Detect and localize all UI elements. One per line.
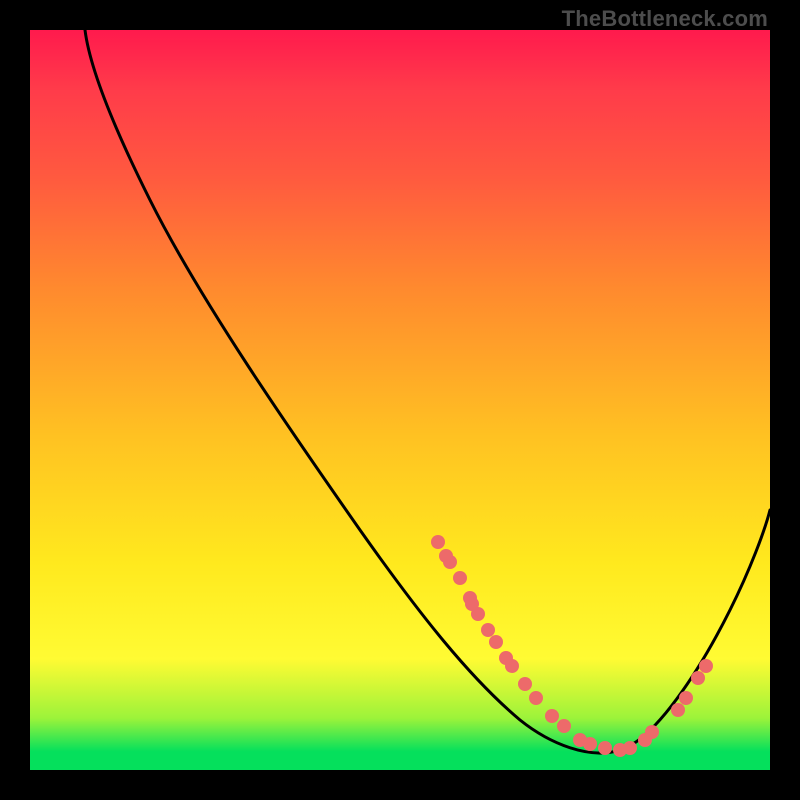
curve-marker	[557, 719, 571, 733]
curve-marker	[529, 691, 543, 705]
curve-marker	[691, 671, 705, 685]
curve-marker	[431, 535, 445, 549]
curve-marker	[598, 741, 612, 755]
curve-marker	[545, 709, 559, 723]
plot-area	[30, 30, 770, 770]
curve-marker	[489, 635, 503, 649]
frame: TheBottleneck.com	[0, 0, 800, 800]
curve-marker	[518, 677, 532, 691]
curve-marker	[699, 659, 713, 673]
watermark-text: TheBottleneck.com	[562, 6, 768, 32]
curve-marker	[679, 691, 693, 705]
curve-marker	[645, 725, 659, 739]
curve-marker	[505, 659, 519, 673]
bottleneck-curve	[85, 30, 770, 753]
curve-marker	[623, 741, 637, 755]
curve-svg	[30, 30, 770, 770]
curve-marker	[481, 623, 495, 637]
marker-layer	[431, 535, 713, 757]
curve-marker	[671, 703, 685, 717]
curve-marker	[453, 571, 467, 585]
curve-marker	[583, 737, 597, 751]
curve-marker	[443, 555, 457, 569]
curve-marker	[471, 607, 485, 621]
